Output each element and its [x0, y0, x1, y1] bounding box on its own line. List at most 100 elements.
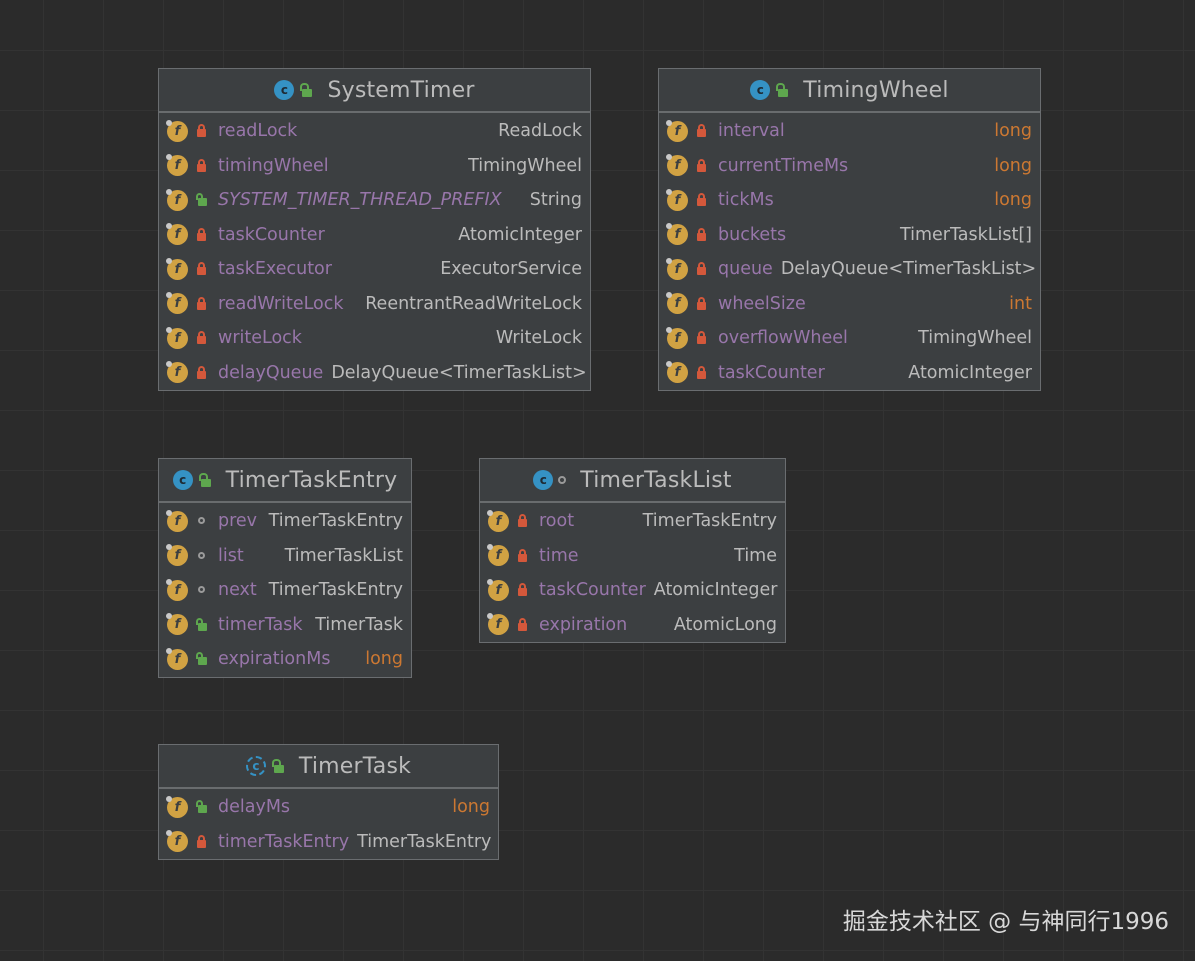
field-name: root — [539, 511, 575, 532]
field-type: AtomicLong — [673, 614, 777, 635]
field-row[interactable]: f queue DelayQueue<TimerTaskList> — [659, 252, 1040, 287]
package-visibility-icon — [196, 514, 208, 528]
public-lock-icon — [196, 652, 208, 666]
class-box-timer-task[interactable]: c TimerTask f delayMs long f timerTaskEn… — [158, 744, 499, 860]
class-box-system-timer[interactable]: c SystemTimer f readLock ReadLock f timi… — [158, 68, 591, 391]
field-type: long — [452, 797, 490, 818]
field-row[interactable]: f time Time — [480, 539, 785, 574]
field-row[interactable]: f wheelSize int — [659, 287, 1040, 322]
field-row[interactable]: f next TimerTaskEntry — [159, 573, 411, 608]
field-type: AtomicInteger — [653, 580, 778, 601]
field-row[interactable]: f timerTaskEntry TimerTaskEntry — [159, 825, 498, 860]
field-row[interactable]: f prev TimerTaskEntry — [159, 504, 411, 539]
field-icon: f — [487, 509, 509, 532]
field-row[interactable]: f currentTimeMs long — [659, 149, 1040, 184]
field-type: ExecutorService — [440, 259, 582, 280]
field-name: list — [218, 545, 244, 566]
class-header: c TimerTaskEntry — [159, 459, 411, 503]
field-type: TimerTaskEntry — [268, 580, 403, 601]
field-row[interactable]: f SYSTEM_TIMER_THREAD_PREFIX String — [159, 183, 590, 218]
field-row[interactable]: f expiration AtomicLong — [480, 608, 785, 643]
class-header: c SystemTimer — [159, 69, 590, 113]
field-name: queue — [718, 259, 773, 280]
field-row[interactable]: f taskCounter AtomicInteger — [480, 573, 785, 608]
field-type: AtomicInteger — [458, 224, 582, 245]
public-lock-icon — [196, 800, 208, 814]
field-row[interactable]: f timerTask TimerTask — [159, 608, 411, 643]
class-box-timing-wheel[interactable]: c TimingWheel f interval long f currentT… — [658, 68, 1041, 391]
private-lock-icon — [196, 227, 208, 242]
field-type: TimerTask — [315, 614, 403, 635]
field-row[interactable]: f taskCounter AtomicInteger — [159, 218, 590, 253]
field-icon: f — [666, 223, 688, 246]
field-row[interactable]: f delayQueue DelayQueue<TimerTaskList> — [159, 356, 590, 391]
field-icon: f — [666, 154, 688, 177]
private-lock-icon — [517, 548, 529, 563]
class-header: c TimerTaskList — [480, 459, 785, 503]
field-icon: f — [166, 830, 188, 853]
field-type: WriteLock — [495, 328, 582, 349]
private-lock-icon — [517, 583, 529, 597]
private-lock-icon — [696, 262, 708, 276]
field-row[interactable]: f readLock ReadLock — [159, 114, 590, 149]
field-name: taskExecutor — [218, 259, 332, 280]
public-visibility-icon — [299, 83, 313, 97]
public-visibility-icon — [271, 759, 285, 773]
field-name: taskCounter — [718, 362, 825, 383]
field-row[interactable]: f interval long — [659, 114, 1040, 149]
field-list: f root TimerTaskEntry f time Time f task… — [480, 503, 785, 642]
abstract-class-icon: c — [245, 756, 266, 776]
field-icon: f — [666, 257, 688, 280]
class-header: c TimerTask — [159, 745, 498, 789]
private-lock-icon — [696, 227, 708, 242]
watermark: 掘金技术社区 @ 与神同行1996 — [842, 909, 1169, 935]
private-lock-icon — [196, 331, 208, 345]
field-name: taskCounter — [539, 580, 646, 601]
field-type: AtomicInteger — [908, 362, 1032, 383]
field-icon: f — [166, 647, 188, 670]
field-type: DelayQueue<TimerTaskList> — [331, 362, 587, 383]
field-name: time — [539, 545, 579, 566]
private-lock-icon — [196, 262, 208, 276]
field-icon: f — [666, 188, 688, 211]
field-row[interactable]: f taskExecutor ExecutorService — [159, 252, 590, 287]
class-box-timer-task-list[interactable]: c TimerTaskList f root TimerTaskEntry f … — [479, 458, 786, 643]
package-visibility-icon — [558, 476, 567, 484]
field-icon: f — [166, 544, 188, 567]
field-row[interactable]: f writeLock WriteLock — [159, 321, 590, 356]
field-type: long — [994, 190, 1032, 211]
field-row[interactable]: f readWriteLock ReentrantReadWriteLock — [159, 287, 590, 322]
field-icon: f — [166, 292, 188, 315]
class-name: TimerTaskList — [580, 467, 732, 493]
field-row[interactable]: f root TimerTaskEntry — [480, 504, 785, 539]
package-visibility-icon — [196, 549, 208, 563]
field-row[interactable]: f delayMs long — [159, 790, 498, 825]
field-row[interactable]: f overflowWheel TimingWheel — [659, 321, 1040, 356]
public-visibility-icon — [198, 473, 212, 487]
field-type: long — [994, 121, 1032, 142]
field-row[interactable]: f list TimerTaskList — [159, 539, 411, 574]
private-lock-icon — [196, 296, 208, 311]
field-icon: f — [166, 509, 188, 532]
private-lock-icon — [517, 617, 529, 632]
field-name: readWriteLock — [218, 293, 344, 314]
class-box-timer-task-entry[interactable]: c TimerTaskEntry f prev TimerTaskEntry f… — [158, 458, 412, 678]
field-name: timingWheel — [218, 155, 329, 176]
field-icon: f — [166, 154, 188, 177]
field-row[interactable]: f expirationMs long — [159, 642, 411, 677]
class-header: c TimingWheel — [659, 69, 1040, 113]
field-row[interactable]: f buckets TimerTaskList[] — [659, 218, 1040, 253]
field-row[interactable]: f tickMs long — [659, 183, 1040, 218]
field-type: int — [1009, 293, 1032, 314]
field-row[interactable]: f taskCounter AtomicInteger — [659, 356, 1040, 391]
field-list: f readLock ReadLock f timingWheel Timing… — [159, 113, 590, 390]
field-name: expiration — [539, 614, 628, 635]
field-type: Time — [734, 545, 777, 566]
field-type: String — [529, 190, 582, 211]
class-name: TimingWheel — [803, 77, 949, 103]
private-lock-icon — [517, 514, 529, 528]
class-icon: c — [274, 80, 295, 100]
field-icon: f — [666, 119, 688, 142]
private-lock-icon — [696, 158, 708, 173]
field-row[interactable]: f timingWheel TimingWheel — [159, 149, 590, 184]
